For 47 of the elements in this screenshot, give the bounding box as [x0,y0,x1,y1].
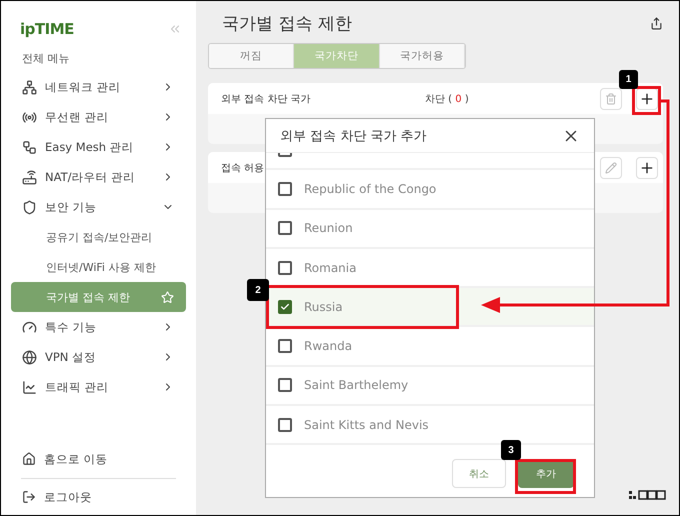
callout-badge: 3 [501,440,521,460]
pencil-icon [605,162,617,174]
add-button[interactable] [636,156,658,178]
sidebar-subitem[interactable]: 공유기 접속/보안관리 [11,222,186,252]
callout-badge: 2 [247,279,269,302]
menu-icon [22,170,37,184]
mode-tab[interactable]: 국가허용 [380,44,465,68]
trash-icon [605,92,617,104]
footer-link[interactable]: 홈으로 이동 [11,440,186,478]
check-icon [280,302,290,312]
sidebar-item[interactable]: 보안 기능 [11,192,186,222]
menu-icon [22,320,37,334]
star-icon[interactable] [161,290,174,304]
share-icon[interactable] [650,16,663,30]
block-count: 차단 ( 0 ) [425,94,469,104]
sidebar-item[interactable]: 네트워크 관리 [11,72,186,102]
sidebar-item[interactable]: VPN 설정 [11,342,186,372]
menu-title: 전체 메뉴 [21,51,70,67]
sidebar-subitem[interactable]: 국가별 접속 제한 [11,282,186,312]
logout-icon [22,490,36,504]
sidebar-subitem[interactable]: 인터넷/WiFi 사용 제한 [11,252,186,282]
callout-badge: 1 [619,70,638,89]
page-indicator-icon [629,489,667,501]
menu-icon [22,350,37,364]
menu-icon [22,80,37,94]
menu-icon [22,110,37,124]
menu-icon [22,140,37,154]
menu-icon [22,380,37,394]
sidebar-item[interactable]: 무선랜 관리 [11,102,186,132]
card-label: 외부 접속 차단 국가 [221,92,312,106]
footer-link[interactable]: 로그아웃 [11,479,186,515]
add-button[interactable] [636,88,658,110]
page-title: 국가별 접속 제한 [222,12,352,34]
mode-tab[interactable]: 꺼짐 [209,44,294,68]
sidebar-item[interactable]: Easy Mesh 관리 [11,132,186,162]
card-label: 접속 허용 [221,162,266,174]
home-icon [22,452,36,466]
cancel-button[interactable]: 취소 [452,459,506,488]
sidebar-item[interactable]: NAT/라우터 관리 [11,162,186,192]
plus-icon [639,90,655,106]
highlight-frame [515,459,576,494]
plus-icon [639,160,655,176]
logo: ipTIME [20,20,74,38]
dialog-title: 외부 접속 차단 국가 추가 [280,128,427,144]
sidebar-item[interactable]: 트래픽 관리 [11,372,186,402]
menu-icon [22,200,37,214]
sidebar-item[interactable]: 특수 기능 [11,312,186,342]
